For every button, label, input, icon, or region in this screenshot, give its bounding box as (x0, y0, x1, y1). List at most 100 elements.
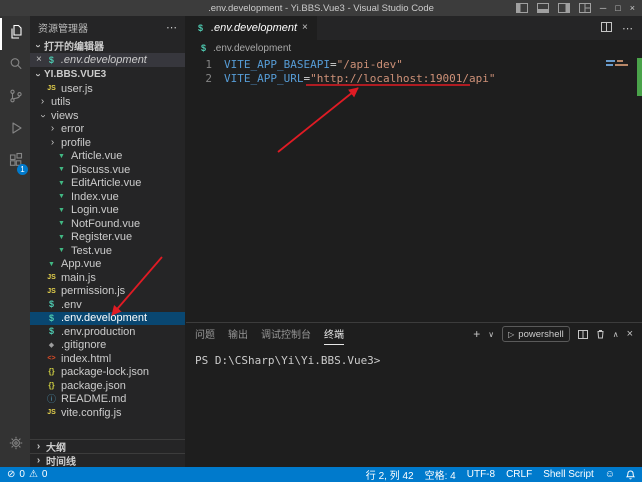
vue-file-icon: ▼ (56, 234, 67, 241)
panel-header: 问题 输出 调试控制台 终端 + ∨ ▷ powershell ∧ (186, 323, 642, 345)
run-debug-icon (8, 120, 24, 141)
env-file-icon: $ (46, 300, 57, 309)
tab-terminal[interactable]: 终端 (324, 323, 344, 345)
minimap[interactable] (606, 60, 632, 68)
tree-item-discuss-vue[interactable]: ▼Discuss.vue (30, 163, 185, 177)
maximize-button[interactable]: □ (615, 4, 620, 13)
tree-item-gitignore[interactable]: ◆.gitignore (30, 339, 185, 353)
toggle-sidebar-icon[interactable] (516, 3, 528, 13)
tree-item-editarticle-vue[interactable]: ▼EditArticle.vue (30, 177, 185, 191)
more-actions-icon[interactable]: ⋯ (166, 21, 177, 34)
maximize-panel-icon[interactable]: ∧ (613, 330, 619, 339)
tree-item-env-production[interactable]: $.env.production (30, 325, 185, 339)
tree-item-views[interactable]: ›views (30, 109, 185, 123)
activity-source-control[interactable] (0, 82, 30, 114)
tree-item-main-js[interactable]: JSmain.js (30, 271, 185, 285)
json-file-icon: {} (46, 368, 57, 376)
activity-explorer[interactable] (0, 18, 30, 50)
breadcrumb[interactable]: $ .env.development (186, 40, 642, 56)
activity-search[interactable] (0, 50, 30, 82)
line-number: 1 (186, 58, 224, 72)
tree-item-user-js[interactable]: JSuser.js (30, 82, 185, 96)
env-file-icon: $ (46, 56, 57, 65)
tab-problems[interactable]: 问题 (195, 323, 215, 345)
tree-item-index-html[interactable]: <>index.html (30, 352, 185, 366)
code-editor[interactable]: 1VITE_APP_BASEAPI="/api-dev" 2VITE_APP_U… (186, 56, 642, 322)
activity-settings[interactable] (0, 429, 30, 461)
close-window-button[interactable]: × (630, 4, 635, 13)
search-icon (8, 56, 24, 77)
vue-file-icon: ▼ (46, 261, 57, 268)
kill-terminal-icon[interactable] (596, 329, 605, 339)
problems-status[interactable]: ⊘ 0 ⚠ 0 (7, 469, 47, 480)
open-editors-header[interactable]: › 打开的编辑器 (30, 38, 185, 53)
git-added-marker (637, 58, 642, 96)
workbench: 1 资源管理器 ⋯ › 打开的编辑器 × $ .env.development (0, 16, 642, 467)
vue-file-icon: ▼ (56, 153, 67, 160)
split-terminal-icon[interactable] (578, 330, 588, 339)
tree-item-error[interactable]: ›error (30, 123, 185, 137)
env-file-icon: $ (198, 44, 209, 53)
project-root-header[interactable]: › YI.BBS.VUE3 (30, 67, 185, 82)
activity-extensions[interactable]: 1 (0, 146, 30, 178)
chevron-right-icon: › (34, 442, 43, 452)
close-icon[interactable]: × (36, 55, 42, 65)
tree-item-env[interactable]: $.env (30, 298, 185, 312)
terminal-profile-badge[interactable]: ▷ powershell (502, 326, 570, 342)
tree-item-env-development[interactable]: $.env.development (30, 312, 185, 326)
warning-icon: ⚠ (29, 469, 38, 480)
tree-item-login-vue[interactable]: ▼Login.vue (30, 204, 185, 218)
close-tab-icon[interactable]: × (302, 23, 308, 33)
info-file-icon: ⓘ (46, 395, 57, 404)
tree-item-notfound-vue[interactable]: ▼NotFound.vue (30, 217, 185, 231)
tree-item-package-json[interactable]: {}package.json (30, 379, 185, 393)
tab-debug-console[interactable]: 调试控制台 (261, 323, 311, 345)
tab-output[interactable]: 输出 (228, 323, 248, 345)
tree-item-index-vue[interactable]: ▼Index.vue (30, 190, 185, 204)
tree-item-utils[interactable]: ›utils (30, 96, 185, 110)
terminal-dropdown-icon[interactable]: ∨ (488, 330, 494, 339)
tree-item-package-lock-json[interactable]: {}package-lock.json (30, 366, 185, 380)
vue-file-icon: ▼ (56, 166, 67, 173)
notifications-bell-icon[interactable] (626, 470, 635, 480)
feedback-smiley-icon[interactable]: ☺ (605, 469, 615, 480)
tree-item-app-vue[interactable]: ▼App.vue (30, 258, 185, 272)
close-panel-icon[interactable]: × (627, 328, 633, 340)
minimize-button[interactable]: ─ (600, 4, 606, 13)
tree-item-vite-config-js[interactable]: JSvite.config.js (30, 406, 185, 420)
explorer-sidebar: 资源管理器 ⋯ › 打开的编辑器 × $ .env.development › … (30, 16, 186, 467)
bottom-panel: 问题 输出 调试控制台 终端 + ∨ ▷ powershell ∧ (186, 322, 642, 467)
tree-item-article-vue[interactable]: ▼Article.vue (30, 150, 185, 164)
more-actions-icon[interactable]: ⋯ (622, 22, 633, 35)
tree-item-test-vue[interactable]: ▼Test.vue (30, 244, 185, 258)
line-number: 2 (186, 72, 224, 86)
customize-layout-icon[interactable] (579, 3, 591, 13)
outline-section-header[interactable]: › 大纲 (30, 439, 185, 453)
toggle-secondary-sidebar-icon[interactable] (558, 3, 570, 13)
code-line: 1VITE_APP_BASEAPI="/api-dev" (186, 58, 642, 72)
tree-item-register-vue[interactable]: ▼Register.vue (30, 231, 185, 245)
eol-sequence[interactable]: CRLF (506, 469, 532, 480)
tree-item-permission-js[interactable]: JSpermission.js (30, 285, 185, 299)
overview-ruler[interactable] (637, 56, 642, 322)
open-editor-item[interactable]: × $ .env.development (30, 53, 185, 67)
vue-file-icon: ▼ (56, 207, 67, 214)
js-file-icon: JS (46, 409, 57, 416)
activity-run-debug[interactable] (0, 114, 30, 146)
file-tree: JSuser.js ›utils ›views ›error ›profile … (30, 82, 185, 420)
cursor-position[interactable]: 行 2, 列 42 (366, 467, 414, 482)
toggle-panel-icon[interactable] (537, 3, 549, 13)
tree-item-profile[interactable]: ›profile (30, 136, 185, 150)
vue-file-icon: ▼ (56, 220, 67, 227)
status-bar: ⊘ 0 ⚠ 0 行 2, 列 42 空格: 4 UTF-8 CRLF Shell… (0, 467, 642, 482)
split-editor-icon[interactable] (601, 22, 612, 35)
language-mode[interactable]: Shell Script (543, 469, 594, 480)
tab-env-development[interactable]: $ .env.development × (186, 16, 317, 40)
vue-file-icon: ▼ (56, 193, 67, 200)
tree-item-readme-md[interactable]: ⓘREADME.md (30, 393, 185, 407)
indentation[interactable]: 空格: 4 (425, 467, 456, 482)
terminal-content[interactable]: PS D:\CSharp\Yi\Yi.BBS.Vue3> (186, 345, 642, 467)
new-terminal-icon[interactable]: + (473, 327, 480, 341)
timeline-section-header[interactable]: › 时间线 (30, 453, 185, 467)
encoding[interactable]: UTF-8 (467, 469, 495, 480)
